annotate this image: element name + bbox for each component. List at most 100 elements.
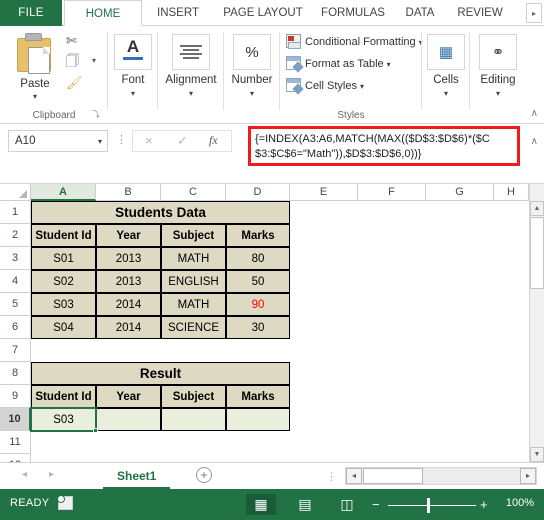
font-A-icon[interactable]: A	[114, 34, 152, 70]
row-header-5[interactable]: 5	[0, 293, 31, 316]
cell-B10[interactable]	[96, 408, 161, 431]
number-button-label[interactable]: Number	[224, 74, 280, 86]
cell-D10[interactable]	[226, 408, 290, 431]
cell-styles-button[interactable]: Cell Styles ▾	[286, 76, 364, 96]
cell-D5[interactable]: 90	[226, 293, 290, 316]
cell-A2-header-student-id[interactable]: Student Id	[31, 224, 96, 247]
cell-C9-header-subject[interactable]: Subject	[161, 385, 226, 408]
zoom-level-label[interactable]: 100%	[506, 497, 534, 509]
sheet-nav-arrows[interactable]: ◂ ▸	[22, 469, 76, 480]
number-dropdown-caret[interactable]: ▾	[224, 89, 280, 98]
cell-C4[interactable]: ENGLISH	[161, 270, 226, 293]
cell-C6[interactable]: SCIENCE	[161, 316, 226, 339]
cell-A9-header-student-id[interactable]: Student Id	[31, 385, 96, 408]
row-header-3[interactable]: 3	[0, 247, 31, 270]
add-sheet-icon[interactable]: +	[196, 467, 212, 483]
editing-button-label[interactable]: Editing	[470, 74, 526, 86]
cell-A3[interactable]: S01	[31, 247, 96, 270]
cells-button-label[interactable]: Cells	[422, 74, 470, 86]
vertical-scrollbar[interactable]: ▲ ▼	[529, 184, 544, 462]
cell-B2-header-year[interactable]: Year	[96, 224, 161, 247]
next-sheet-icon[interactable]: ▸	[49, 469, 54, 480]
cell-D3[interactable]: 80	[226, 247, 290, 270]
cell-A6[interactable]: S04	[31, 316, 96, 339]
font-dropdown-caret[interactable]: ▾	[108, 89, 158, 98]
formula-input[interactable]: {=INDEX(A3:A6,MATCH(MAX(($D$3:$D$6)*($C$…	[255, 132, 513, 162]
tab-page-layout[interactable]: PAGE LAYOUT	[214, 0, 312, 26]
cell-B4[interactable]: 2013	[96, 270, 161, 293]
binoculars-icon[interactable]: ⚭	[479, 34, 517, 70]
page-break-view-button[interactable]: ◫	[332, 494, 362, 515]
scroll-up-icon[interactable]: ▲	[530, 201, 544, 216]
tab-review[interactable]: REVIEW	[446, 0, 514, 26]
scroll-down-icon[interactable]: ▼	[530, 447, 544, 462]
cell-A4[interactable]: S02	[31, 270, 96, 293]
formula-input-highlight[interactable]: {=INDEX(A3:A6,MATCH(MAX(($D$3:$D$6)*($C$…	[248, 126, 520, 166]
cell-B9-header-year[interactable]: Year	[96, 385, 161, 408]
cells-insert-icon[interactable]: ▦	[427, 34, 465, 70]
cell-B6[interactable]: 2014	[96, 316, 161, 339]
column-header-H[interactable]: H	[494, 184, 529, 201]
collapse-ribbon-icon[interactable]: ∧	[531, 108, 538, 119]
fill-handle[interactable]	[93, 428, 98, 433]
clipboard-dialog-launcher[interactable]: ⤵	[92, 109, 100, 120]
name-box[interactable]: A10 ▾	[8, 130, 108, 152]
alignment-dropdown-caret[interactable]: ▾	[158, 89, 224, 98]
vertical-scroll-thumb[interactable]	[530, 217, 544, 289]
cell-C2-header-subject[interactable]: Subject	[161, 224, 226, 247]
cell-B5[interactable]: 2014	[96, 293, 161, 316]
cell-C10[interactable]	[161, 408, 226, 431]
cells-dropdown-caret[interactable]: ▾	[422, 89, 470, 98]
paste-dropdown-caret[interactable]: ▾	[4, 92, 66, 101]
cell-D9-header-marks[interactable]: Marks	[226, 385, 290, 408]
sheet-tab-sheet1[interactable]: Sheet1	[103, 464, 171, 489]
zoom-in-button[interactable]: +	[480, 497, 488, 512]
format-as-table-caret[interactable]: ▾	[387, 60, 391, 69]
row-header-1[interactable]: 1	[0, 201, 31, 224]
tab-file[interactable]: FILE	[0, 0, 62, 26]
cell-D6[interactable]: 30	[226, 316, 290, 339]
tab-data[interactable]: DATA	[394, 0, 446, 26]
scissors-icon[interactable]: ✄	[66, 34, 77, 47]
editing-dropdown-caret[interactable]: ▾	[470, 89, 526, 98]
cell-C5[interactable]: MATH	[161, 293, 226, 316]
column-header-C[interactable]: C	[161, 184, 226, 201]
column-header-B[interactable]: B	[96, 184, 161, 201]
paintbrush-icon[interactable]: 🖌	[66, 76, 83, 89]
prev-sheet-icon[interactable]: ◂	[22, 469, 27, 480]
row-header-4[interactable]: 4	[0, 270, 31, 293]
cell-A8-result-title[interactable]: Result	[31, 362, 290, 385]
copy-dropdown-caret[interactable]: ▾	[92, 57, 96, 65]
horizontal-scrollbar[interactable]: ◂ ▸	[345, 467, 537, 485]
column-header-D[interactable]: D	[226, 184, 290, 201]
horizontal-scroll-thumb[interactable]	[363, 468, 423, 484]
hscroll-left-icon[interactable]: ◂	[346, 468, 362, 484]
insert-function-icon[interactable]: fx	[209, 133, 218, 148]
confirm-icon[interactable]: ✓	[177, 133, 188, 149]
percent-icon[interactable]: %	[233, 34, 271, 70]
cell-C3[interactable]: MATH	[161, 247, 226, 270]
cell-A5[interactable]: S03	[31, 293, 96, 316]
format-as-table-button[interactable]: Format as Table ▾	[286, 54, 391, 74]
zoom-slider-knob[interactable]	[427, 498, 430, 513]
cell-D2-header-marks[interactable]: Marks	[226, 224, 290, 247]
zoom-out-button[interactable]: −	[372, 497, 380, 512]
tab-overflow-icon[interactable]: ▸	[526, 3, 542, 23]
alignment-button-label[interactable]: Alignment	[158, 74, 224, 86]
row-header-9[interactable]: 9	[0, 385, 31, 408]
row-header-11[interactable]: 11	[0, 431, 31, 454]
row-header-12[interactable]: 12	[0, 454, 31, 462]
cell-A10[interactable]: S03	[31, 408, 96, 431]
row-header-10[interactable]: 10	[0, 408, 31, 431]
hscroll-right-icon[interactable]: ▸	[520, 468, 536, 484]
column-header-F[interactable]: F	[358, 184, 426, 201]
normal-view-button[interactable]: ▦	[246, 494, 276, 515]
tab-home[interactable]: HOME	[64, 0, 142, 26]
zoom-slider-track[interactable]	[388, 505, 476, 506]
worksheet-grid[interactable]: A B C D E F G H 1 2 3 4 5 6 7 8 9 10 11 …	[0, 184, 544, 462]
page-layout-view-button[interactable]: ▤	[290, 494, 320, 515]
name-box-caret-icon[interactable]: ▾	[98, 131, 102, 152]
cell-D4[interactable]: 50	[226, 270, 290, 293]
expand-formula-bar-icon[interactable]: ∧	[531, 136, 538, 147]
cell-B3[interactable]: 2013	[96, 247, 161, 270]
